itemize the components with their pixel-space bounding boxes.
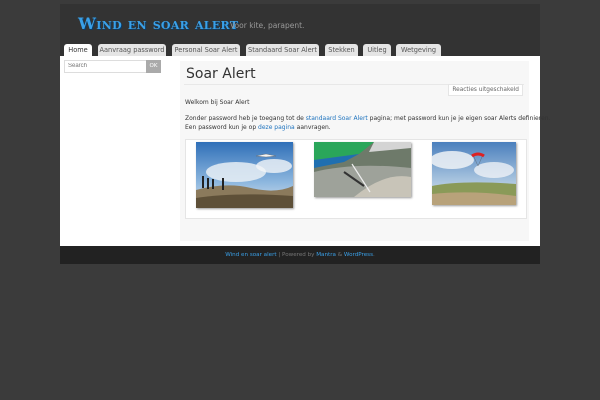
site-title-link[interactable]: Wind en soar alert xyxy=(78,16,238,32)
footer-end: . xyxy=(373,252,375,258)
deze-pagina-link[interactable]: deze pagina xyxy=(258,124,295,131)
site-footer: Wind en soar alert | Powered by Mantra &… xyxy=(60,246,540,264)
standaard-soar-alert-link[interactable]: standaard Soar Alert xyxy=(306,115,368,122)
photo-graphic xyxy=(432,142,516,205)
footer-ampersand: & xyxy=(335,252,344,258)
tab-uitleg[interactable]: Uitleg xyxy=(363,44,391,56)
tab-wetgeving[interactable]: Wetgeving xyxy=(396,44,441,56)
paragraph-password-text-1: Een password kun je op xyxy=(185,124,259,131)
tab-aanvraag-password[interactable]: Aanvraag password xyxy=(98,44,166,56)
hang-glider-over-dunes-photo[interactable] xyxy=(196,142,293,208)
paragraph-password-text-2: aanvragen. xyxy=(294,124,331,131)
main-navigation: Home Aanvraag password Personal Soar Ale… xyxy=(60,40,540,56)
footer-site-link[interactable]: Wind en soar alert xyxy=(225,252,276,258)
image-gallery xyxy=(185,139,527,219)
main-article: Soar Alert Reacties uitgeschakeld Welkom… xyxy=(180,61,550,241)
paraglider-over-dunes-photo[interactable] xyxy=(432,142,516,205)
content-area: OK Soar Alert Reacties uitgeschakeld Wel… xyxy=(60,56,550,246)
search-input[interactable] xyxy=(64,60,150,73)
page-wrapper: Wind en soar alert Voor kite, parapent. … xyxy=(60,4,550,264)
hang-glider-wing-view-photo[interactable] xyxy=(314,142,411,197)
tab-home[interactable]: Home xyxy=(64,44,92,56)
site-tagline: Voor kite, parapent. xyxy=(230,21,305,30)
page-title: Soar Alert xyxy=(186,66,256,82)
tab-stekken[interactable]: Stekken xyxy=(325,44,358,56)
tab-personal-soar-alert[interactable]: Personal Soar Alert xyxy=(172,44,240,56)
intro-text: Welkom bij Soar Alert xyxy=(185,99,250,106)
paragraph-access-text-2: pagina; met password kun je je eigen soa… xyxy=(367,115,551,122)
photo-graphic xyxy=(314,142,411,197)
search-button[interactable]: OK xyxy=(146,60,161,73)
site-header: Wind en soar alert Voor kite, parapent. xyxy=(60,4,540,40)
tab-standaard-soar-alert[interactable]: Standaard Soar Alert xyxy=(246,44,319,56)
photo-graphic xyxy=(196,142,293,208)
paragraph-password: Een password kun je op deze pagina aanvr… xyxy=(185,124,331,131)
footer-theme-link[interactable]: Mantra xyxy=(316,252,336,258)
comments-disabled-badge: Reacties uitgeschakeld xyxy=(448,84,523,96)
footer-wordpress-link[interactable]: WordPress xyxy=(344,252,373,258)
paragraph-access: Zonder password heb je toegang tot de st… xyxy=(185,115,550,122)
paragraph-access-text-1: Zonder password heb je toegang tot de xyxy=(185,115,306,122)
footer-powered-by: | Powered by xyxy=(276,252,317,258)
